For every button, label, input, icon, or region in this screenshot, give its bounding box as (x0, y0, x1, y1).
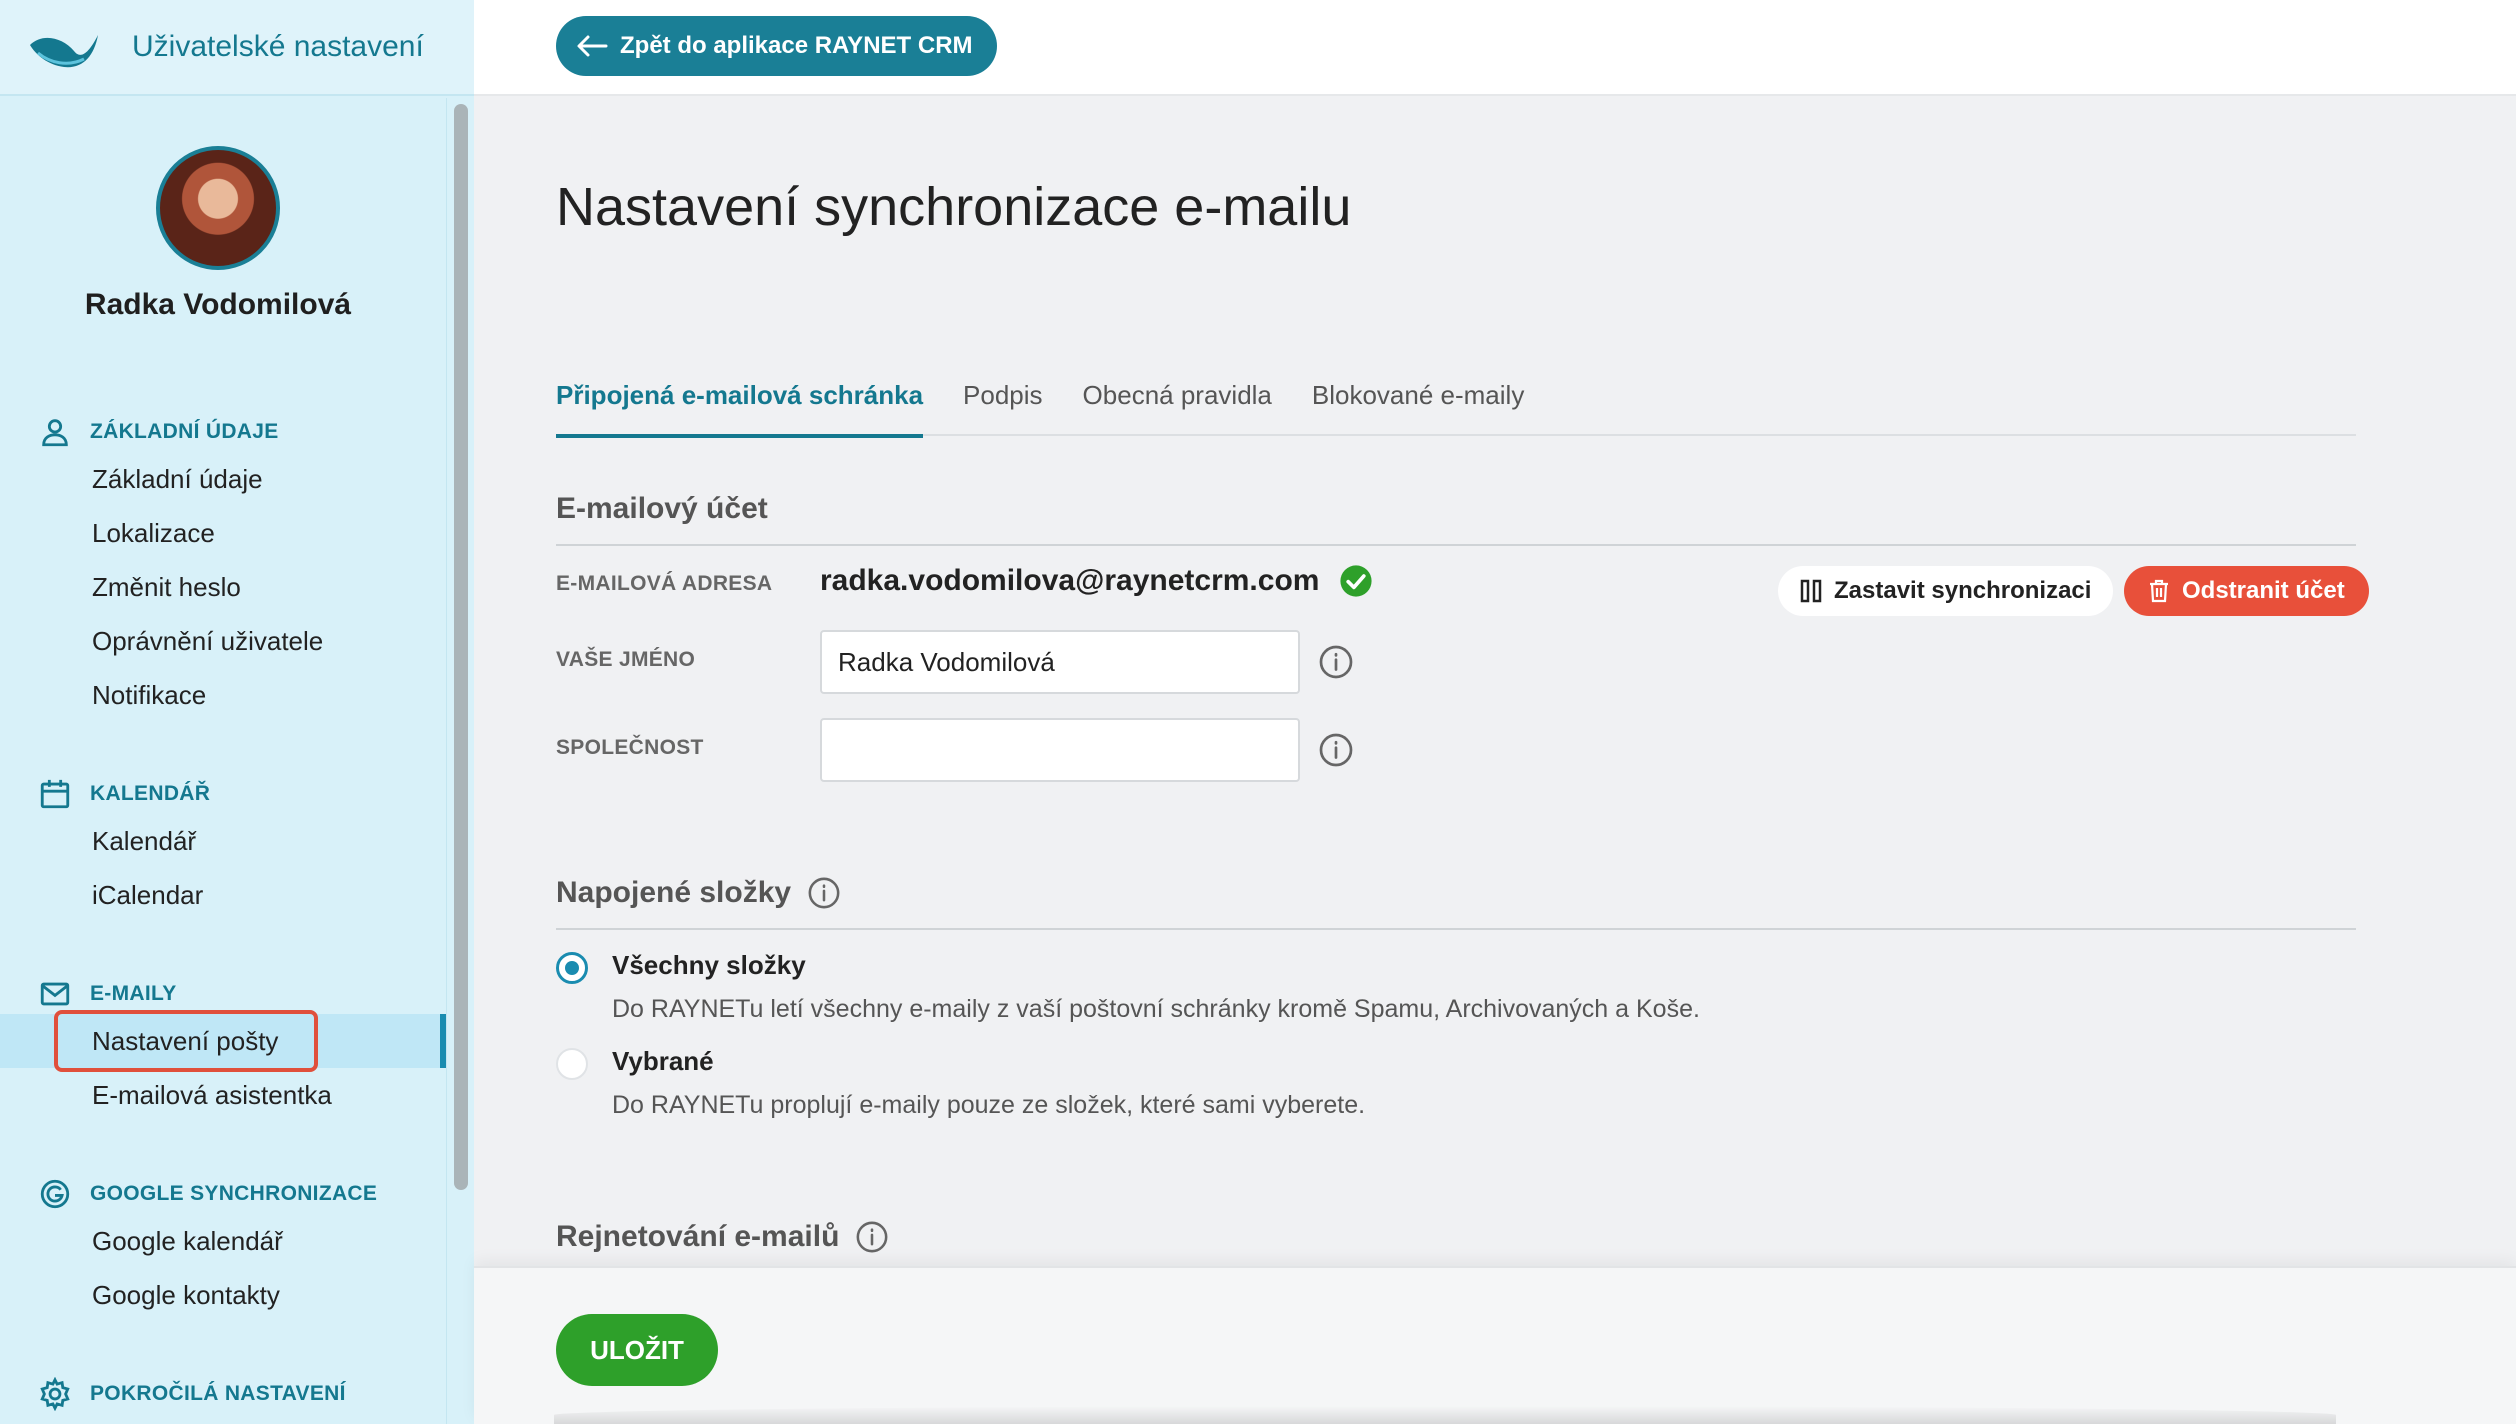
section-label: KALENDÁŘ (90, 782, 211, 805)
sidebar-item-mail-settings[interactable]: Nastavení pošty (0, 1010, 446, 1072)
info-icon[interactable] (807, 876, 841, 910)
sidebar-title: Uživatelské nastavení (132, 30, 424, 63)
section-advanced-settings: POKROČILÁ NASTAVENÍ (0, 1374, 446, 1414)
sidebar-scroll-area: Radka Vodomilová ZÁKLADNÍ ÚDAJE Základní… (0, 98, 446, 1424)
connected-folders-heading-text: Napojené složky (556, 876, 792, 909)
radio-selected-folders-title: Vybrané (612, 1046, 714, 1076)
section-label: E-MAILY (90, 982, 177, 1005)
email-address-text: radka.vodomilova@raynetcrm.com (820, 564, 1320, 597)
sidebar-item-google-calendar[interactable]: Google kalendář (0, 1214, 446, 1268)
sidebar-item-change-password[interactable]: Změnit heslo (0, 560, 446, 614)
radio-selected-folders-text: Vybrané Do RAYNETu proplují e-maily pouz… (612, 1046, 1365, 1120)
radio-selected-folders-row[interactable]: Vybrané Do RAYNETu proplují e-maily pouz… (556, 1046, 1365, 1120)
calendar-icon (40, 779, 70, 809)
email-account-heading: E-mailový účet (556, 492, 2356, 546)
avatar[interactable] (156, 146, 280, 270)
gear-icon (40, 1377, 70, 1411)
main-content: Nastavení synchronizace e-mailu Připojen… (474, 98, 2516, 1424)
mail-icon (40, 982, 70, 1006)
google-icon (40, 1179, 70, 1209)
section-header: GOOGLE SYNCHRONIZACE (0, 1174, 446, 1214)
company-input[interactable] (820, 718, 1300, 782)
section-header: E-MAILY (0, 974, 446, 1014)
pause-icon (1800, 579, 1822, 603)
email-account-heading-text: E-mailový účet (556, 492, 768, 525)
sidebar: Uživatelské nastavení Radka Vodomilová Z… (0, 0, 474, 1424)
section-emails: E-MAILY Nastavení pošty E-mailová asiste… (0, 974, 446, 1122)
delete-account-label: Odstranit účet (2182, 577, 2345, 604)
section-header: POKROČILÁ NASTAVENÍ (0, 1374, 446, 1414)
email-address-value: radka.vodomilova@raynetcrm.com (820, 564, 1373, 598)
info-icon[interactable] (1318, 644, 1354, 680)
stop-sync-label: Zastavit synchronizaci (1834, 577, 2092, 604)
user-icon (42, 419, 68, 447)
section-label: POKROČILÁ NASTAVENÍ (90, 1382, 346, 1405)
tab-blocked-emails[interactable]: Blokované e-maily (1312, 374, 1524, 436)
sidebar-item-user-permissions[interactable]: Oprávnění uživatele (0, 614, 446, 668)
topbar: Zpět do aplikace RAYNET CRM (474, 0, 2516, 96)
section-header: KALENDÁŘ (0, 774, 446, 814)
email-rejection-heading-text: Rejnetování e-mailů (556, 1220, 840, 1253)
tabs: Připojená e-mailová schránka Podpis Obec… (556, 374, 2356, 438)
your-name-input[interactable] (820, 630, 1300, 694)
sidebar-item-basic-info[interactable]: Základní údaje (0, 452, 446, 506)
section-label: GOOGLE SYNCHRONIZACE (90, 1182, 378, 1205)
sidebar-scrollbar[interactable] (446, 98, 474, 1424)
section-header: ZÁKLADNÍ ÚDAJE (0, 412, 446, 452)
footer-shadow (554, 1406, 2336, 1424)
user-name: Radka Vodomilová (84, 288, 352, 321)
email-address-label: E-MAILOVÁ ADRESA (556, 572, 773, 595)
radio-all-folders-desc: Do RAYNETu letí všechny e-maily z vaší p… (612, 995, 1700, 1023)
sidebar-item-notifications[interactable]: Notifikace (0, 668, 446, 722)
check-circle-icon (1340, 565, 1373, 597)
sidebar-item-email-assistant[interactable]: E-mailová asistentka (0, 1068, 446, 1122)
section-label: ZÁKLADNÍ ÚDAJE (90, 420, 279, 443)
delete-account-button[interactable]: Odstranit účet (2124, 566, 2369, 616)
radio-all-folders-text: Všechny složky Do RAYNETu letí všechny e… (612, 950, 1700, 1024)
tab-signature[interactable]: Podpis (963, 374, 1043, 436)
company-label: SPOLEČNOST (556, 736, 704, 759)
info-icon[interactable] (855, 1220, 889, 1254)
sidebar-item-localization[interactable]: Lokalizace (0, 506, 446, 560)
back-to-app-button[interactable]: Zpět do aplikace RAYNET CRM (556, 16, 997, 76)
page-title: Nastavení synchronizace e-mailu (556, 177, 1352, 237)
trash-icon (2150, 579, 2168, 603)
sidebar-item-icalendar[interactable]: iCalendar (0, 868, 446, 922)
sidebar-item-calendar[interactable]: Kalendář (0, 814, 446, 868)
save-button[interactable]: ULOŽIT (556, 1314, 718, 1386)
section-google-sync: GOOGLE SYNCHRONIZACE Google kalendář Goo… (0, 1174, 446, 1322)
sidebar-item-google-contacts[interactable]: Google kontakty (0, 1268, 446, 1322)
tab-connected-mailbox[interactable]: Připojená e-mailová schránka (556, 374, 924, 438)
stop-sync-button[interactable]: Zastavit synchronizaci (1778, 566, 2114, 616)
highlight-box (54, 1010, 318, 1072)
back-button-label: Zpět do aplikace RAYNET CRM (620, 32, 973, 59)
radio-all-folders[interactable] (556, 952, 588, 984)
raynet-logo-icon (30, 35, 98, 68)
tab-general-rules[interactable]: Obecná pravidla (1083, 374, 1272, 436)
radio-selected-folders[interactable] (556, 1048, 588, 1080)
info-icon[interactable] (1318, 732, 1354, 768)
arrow-left-icon (577, 35, 608, 57)
sidebar-scrollbar-thumb[interactable] (454, 104, 468, 1190)
sidebar-header: Uživatelské nastavení (0, 0, 474, 96)
radio-all-folders-row[interactable]: Všechny složky Do RAYNETu letí všechny e… (556, 950, 1700, 1024)
section-calendar: KALENDÁŘ Kalendář iCalendar (0, 774, 446, 922)
radio-all-folders-title: Všechny složky (612, 950, 806, 980)
your-name-label: VAŠE JMÉNO (556, 648, 696, 671)
section-basic-info: ZÁKLADNÍ ÚDAJE Základní údaje Lokalizace… (0, 412, 446, 722)
radio-selected-folders-desc: Do RAYNETu proplují e-maily pouze ze slo… (612, 1091, 1366, 1119)
footer-bar: ULOŽIT (474, 1266, 2516, 1424)
connected-folders-heading: Napojené složky (556, 876, 2356, 930)
